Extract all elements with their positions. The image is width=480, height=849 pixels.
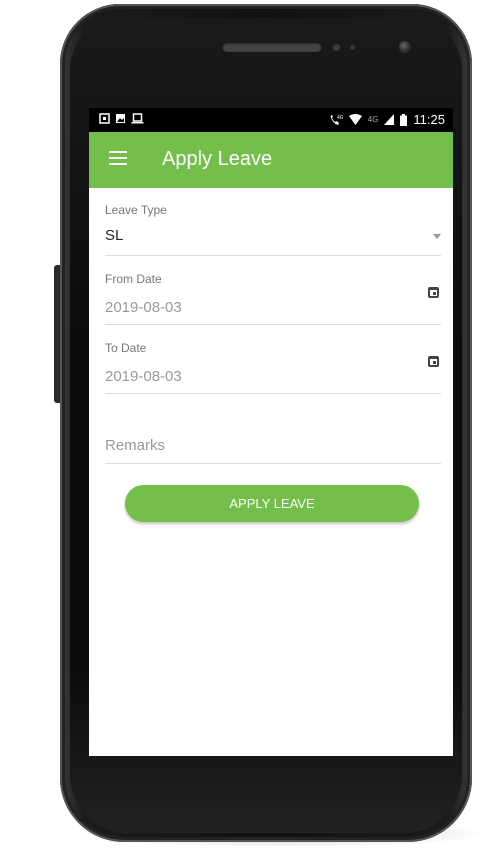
battery-icon	[400, 113, 408, 126]
remarks-placeholder: Remarks	[105, 437, 166, 454]
remarks-input[interactable]: Remarks	[105, 426, 441, 466]
svg-text:4G: 4G	[337, 115, 343, 121]
divider	[105, 463, 441, 464]
divider	[105, 393, 441, 394]
divider	[105, 255, 441, 256]
system-indicators: 4G 4G 11:25	[329, 112, 445, 127]
notification-icon	[99, 113, 110, 124]
phone-speaker	[222, 42, 322, 52]
app-screen: 4G 4G 11:25 Apply Leave Leave Type SL Fr…	[89, 108, 453, 756]
network-type: 4G	[367, 115, 379, 124]
divider	[105, 324, 441, 325]
notification-icons	[99, 113, 144, 124]
image-icon	[116, 114, 125, 123]
front-camera	[399, 41, 411, 53]
wifi-icon	[348, 114, 362, 125]
calendar-icon[interactable]	[428, 356, 439, 367]
leave-type-label: Leave Type	[105, 203, 167, 217]
to-date-label: To Date	[105, 341, 147, 355]
to-date-field[interactable]: To Date 2019-08-03	[105, 338, 441, 395]
chevron-down-icon[interactable]	[433, 234, 441, 239]
calendar-icon[interactable]	[428, 287, 439, 298]
call-icon: 4G	[330, 114, 343, 125]
signal-icon	[384, 114, 395, 125]
leave-type-value: SL	[105, 227, 124, 244]
menu-icon[interactable]	[109, 151, 127, 169]
apply-leave-button[interactable]: APPLY LEAVE	[125, 485, 419, 522]
phone-sensor	[350, 45, 355, 50]
app-bar: Apply Leave	[89, 132, 453, 188]
status-time: 11:25	[413, 112, 445, 127]
status-bar: 4G 4G 11:25	[89, 108, 453, 132]
page-title: Apply Leave	[162, 148, 273, 170]
from-date-field[interactable]: From Date 2019-08-03	[105, 269, 441, 326]
from-date-value: 2019-08-03	[105, 299, 182, 316]
from-date-label: From Date	[105, 272, 162, 286]
to-date-value: 2019-08-03	[105, 368, 182, 385]
laptop-icon	[131, 113, 144, 124]
leave-type-select[interactable]: Leave Type SL	[105, 200, 441, 257]
phone-sensor	[333, 44, 340, 51]
